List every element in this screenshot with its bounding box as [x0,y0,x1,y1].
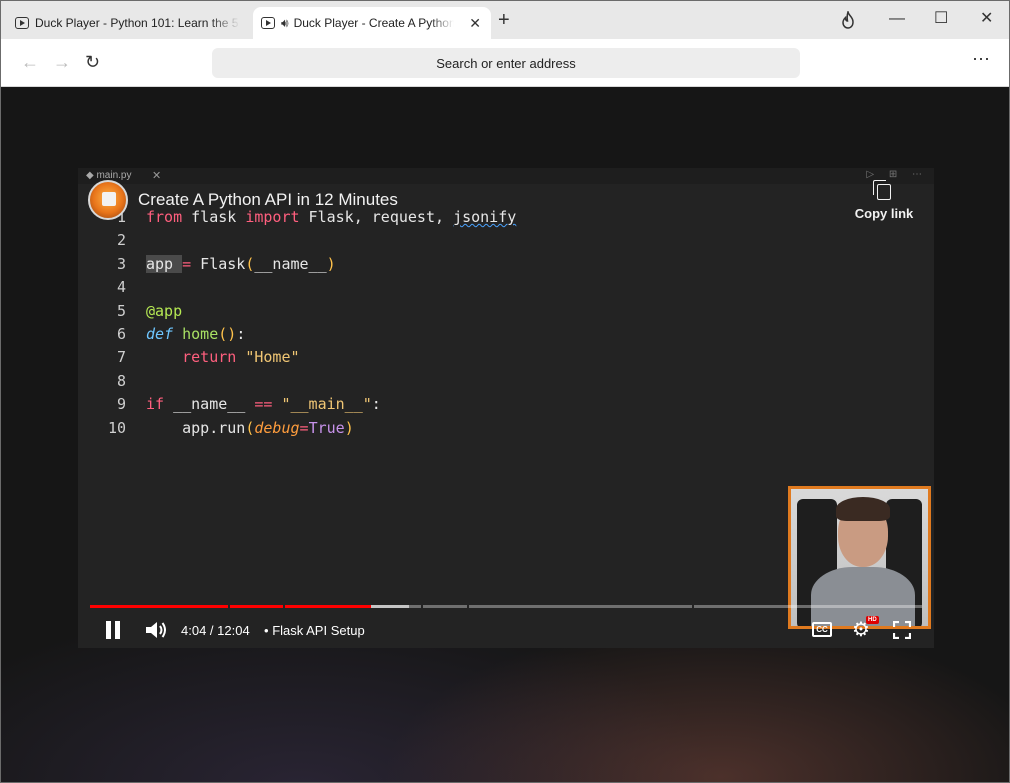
copy-link-label: Copy link [854,206,914,221]
hd-badge: HD [866,616,879,624]
volume-icon[interactable] [144,619,168,641]
tab-strip: Duck Player - Python 101: Learn the 5 Mu… [1,1,1009,39]
address-bar[interactable]: Search or enter address [212,48,800,78]
forward-button[interactable]: → [53,51,71,73]
maximize-button[interactable]: ☐ [934,9,948,29]
channel-avatar[interactable] [88,180,128,220]
close-tab-icon[interactable]: ✕ [469,15,481,32]
tab-python-101[interactable]: Duck Player - Python 101: Learn the 5 Mu… [15,7,247,39]
audio-playing-icon[interactable]: 🔊︎ [281,16,289,31]
new-tab-button[interactable]: + [498,10,510,30]
navigation-bar: ← → ↻ Search or enter address ⋯ [1,39,1009,87]
copy-icon [873,180,891,200]
page-content: ◆ main.py ✕ ▷ ⊞ ⋯ 1 from flask import Fla… [1,87,1009,782]
code-frame: 1 from flask import Flask, request, jsoni… [107,208,517,437]
tab-python-api[interactable]: 🔊︎ Duck Player - Create A Python API in … [253,7,491,39]
editor-actions-icon: ▷ ⊞ ⋯ [866,169,928,180]
menu-icon[interactable]: ⋯ [972,49,991,70]
fire-icon[interactable] [841,11,855,29]
progress-bar[interactable] [90,605,922,609]
progress-played [90,605,228,608]
fullscreen-icon[interactable] [893,621,911,639]
player-controls: 4:04 / 12:04 • Flask API Setup CC ⚙ HD [78,616,934,644]
copy-link-button[interactable]: Copy link [854,180,914,221]
duck-player-icon [261,17,275,29]
browser-window: Duck Player - Python 101: Learn the 5 Mu… [0,0,1010,783]
time-display: 4:04 / 12:04 [181,623,250,638]
back-button[interactable]: ← [21,51,39,73]
reload-button[interactable]: ↻ [85,51,100,73]
chapter-title[interactable]: • Flask API Setup [264,623,365,638]
cc-icon[interactable]: CC [812,622,832,637]
video-player[interactable]: ◆ main.py ✕ ▷ ⊞ ⋯ 1 from flask import Fla… [78,168,934,648]
video-title-row: Create A Python API in 12 Minutes [88,180,398,220]
close-window-button[interactable]: ✕ [980,9,993,29]
pause-icon[interactable] [104,621,122,639]
tab-title: Duck Player - Python 101: Learn the 5 Mu… [35,16,240,30]
tab-title: Duck Player - Create A Python API in 12 … [293,16,454,30]
duck-player-icon [15,17,29,29]
video-title[interactable]: Create A Python API in 12 Minutes [138,190,398,210]
minimize-button[interactable]: — [889,9,905,29]
